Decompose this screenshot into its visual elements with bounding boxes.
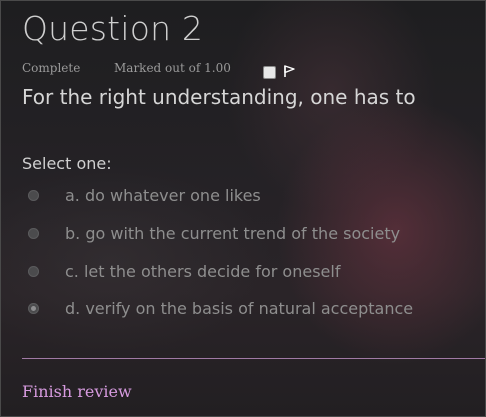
radio-option-a[interactable]	[28, 190, 39, 201]
radio-option-d[interactable]	[28, 303, 39, 314]
question-grade: Marked out of 1.00	[114, 61, 231, 75]
select-prompt: Select one:	[22, 154, 112, 173]
option-a-label: a. do whatever one likes	[65, 186, 261, 205]
radio-option-b[interactable]	[28, 228, 39, 239]
finish-review-link[interactable]: Finish review	[22, 382, 132, 401]
question-state: Complete	[22, 61, 81, 75]
option-d[interactable]: d. verify on the basis of natural accept…	[27, 299, 467, 321]
option-c-label: c. let the others decide for oneself	[65, 262, 341, 281]
review-page: Question 2 Complete Marked out of 1.00 F…	[0, 0, 486, 417]
question-text: For the right understanding, one has to	[22, 85, 416, 109]
divider	[22, 358, 485, 359]
option-d-label: d. verify on the basis of natural accept…	[65, 299, 414, 318]
flag-checkbox[interactable]	[263, 66, 276, 79]
option-a[interactable]: a. do whatever one likes	[27, 186, 467, 208]
question-title: Question 2	[22, 9, 204, 48]
option-c[interactable]: c. let the others decide for oneself	[27, 262, 467, 284]
option-b-label: b. go with the current trend of the soci…	[65, 224, 401, 243]
option-b[interactable]: b. go with the current trend of the soci…	[27, 224, 467, 246]
flag-icon[interactable]	[282, 64, 296, 78]
radio-option-c[interactable]	[28, 266, 39, 277]
